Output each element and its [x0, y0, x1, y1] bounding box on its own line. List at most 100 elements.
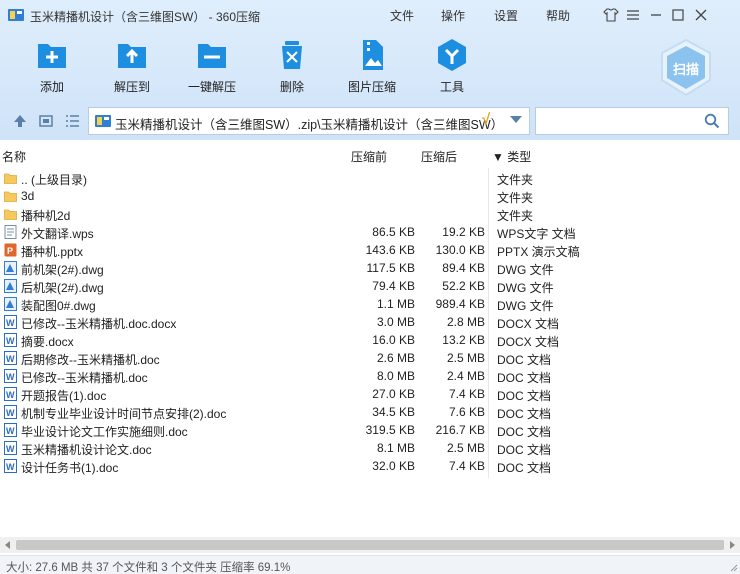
svg-text:W: W — [6, 462, 15, 472]
scroll-right-icon[interactable] — [730, 541, 735, 549]
svg-text:W: W — [6, 336, 15, 346]
extract-to-button[interactable]: 解压到 — [92, 38, 172, 95]
file-original-size: 143.6 KB — [365, 243, 415, 257]
list-view-icon[interactable] — [64, 113, 80, 129]
search-input[interactable] — [535, 107, 729, 135]
image-compress-button[interactable]: 图片压缩 — [332, 38, 412, 95]
minimize-icon[interactable] — [647, 6, 665, 24]
menu-operate[interactable]: 操作 — [441, 7, 465, 24]
file-row[interactable]: 后机架(2#).dwg 79.4 KB 52.2 KB DWG 文件 — [0, 277, 740, 295]
scroll-left-icon[interactable] — [5, 541, 10, 549]
file-name: 播种机.pptx — [21, 245, 84, 259]
file-compressed-size: 13.2 KB — [442, 333, 485, 347]
file-type: WPS文字 文档 — [497, 227, 576, 241]
title-bar: 玉米精播机设计（含三维图SW） - 360压缩 文件 操作 设置 帮助 — [0, 0, 740, 30]
file-row[interactable]: 前机架(2#).dwg 117.5 KB 89.4 KB DWG 文件 — [0, 259, 740, 277]
folder-icon — [4, 207, 17, 221]
file-row[interactable]: 播种机2d 文件夹 — [0, 205, 740, 223]
file-name: 玉米精播机设计论文.doc — [21, 443, 152, 457]
svg-text:W: W — [6, 390, 15, 400]
thumbnail-view-icon[interactable] — [38, 113, 54, 129]
skin-icon[interactable] — [602, 6, 620, 24]
file-row[interactable]: 外文翻译.wps 86.5 KB 19.2 KB WPS文字 文档 — [0, 223, 740, 241]
scrollbar-thumb[interactable] — [16, 540, 724, 550]
search-icon[interactable] — [704, 113, 720, 129]
doc-icon: W — [4, 369, 17, 383]
up-arrow-icon[interactable] — [12, 113, 28, 129]
menu-settings[interactable]: 设置 — [494, 7, 518, 24]
top-panel: 玉米精播机设计（含三维图SW） - 360压缩 文件 操作 设置 帮助 添加 解… — [0, 0, 740, 140]
file-compressed-size: 216.7 KB — [435, 423, 485, 437]
file-name: 装配图0#.dwg — [21, 299, 96, 313]
file-type: 文件夹 — [497, 173, 534, 187]
file-name: 前机架(2#).dwg — [21, 263, 104, 277]
column-type[interactable]: ▼ 类型 — [492, 148, 531, 165]
file-row[interactable]: W 摘要.docx 16.0 KB 13.2 KB DOCX 文档 — [0, 331, 740, 349]
file-original-size: 319.5 KB — [365, 423, 415, 437]
menu-list-icon[interactable] — [624, 6, 642, 24]
svg-text:W: W — [6, 318, 15, 328]
one-click-extract-button[interactable]: 一键解压 — [172, 38, 252, 95]
file-row[interactable]: W 玉米精播机设计论文.doc 8.1 MB 2.5 MB DOC 文档 — [0, 439, 740, 457]
file-row[interactable]: W 设计任务书(1).doc 32.0 KB 7.4 KB DOC 文档 — [0, 457, 740, 475]
svg-text:W: W — [6, 444, 15, 454]
doc-icon: W — [4, 351, 17, 365]
horizontal-scrollbar[interactable] — [0, 537, 740, 553]
file-row[interactable]: W 毕业设计论文工作实施细则.doc 319.5 KB 216.7 KB DOC 文档 — [0, 421, 740, 439]
resize-grip-icon[interactable] — [728, 562, 738, 572]
file-row[interactable]: W 开题报告(1).doc 27.0 KB 7.4 KB DOC 文档 — [0, 385, 740, 403]
file-compressed-size: 2.4 MB — [446, 369, 485, 383]
scan-button[interactable]: 扫描 — [658, 38, 714, 98]
column-compressed-size[interactable]: 压缩后 — [421, 148, 457, 165]
extract-folder-icon — [118, 44, 146, 68]
file-type: PPTX 演示文稿 — [497, 245, 580, 259]
file-type: DOCX 文档 — [497, 317, 560, 331]
file-row[interactable]: W 机制专业毕业设计时间节点安排(2).doc 34.5 KB 7.6 KB DOC 文… — [0, 403, 740, 421]
file-original-size: 8.1 MB — [376, 441, 415, 455]
file-original-size: 117.5 KB — [366, 261, 415, 275]
file-name: 外文翻译.wps — [21, 227, 94, 241]
dwg-icon — [4, 261, 17, 275]
tools-hexagon-icon — [438, 39, 466, 71]
file-original-size: 86.5 KB — [372, 225, 415, 239]
path-dropdown-icon[interactable] — [510, 116, 522, 123]
svg-text:W: W — [6, 354, 15, 364]
file-original-size: 32.0 KB — [372, 459, 415, 473]
menu-file[interactable]: 文件 — [390, 7, 414, 24]
column-original-size[interactable]: 压缩前 — [351, 148, 387, 165]
status-text: 大小: 27.6 MB 共 37 个文件和 3 个文件夹 压缩率 69.1% — [6, 562, 291, 574]
file-row[interactable]: .. (上级目录) 文件夹 — [0, 169, 740, 187]
doc-icon: W — [4, 441, 17, 455]
file-row[interactable]: W 后期修改--玉米精播机.doc 2.6 MB 2.5 MB DOC 文档 — [0, 349, 740, 367]
svg-text:W: W — [6, 372, 15, 382]
delete-button[interactable]: 删除 — [252, 38, 332, 95]
file-compressed-size: 7.4 KB — [448, 387, 485, 401]
file-name: 毕业设计论文工作实施细则.doc — [21, 425, 188, 439]
file-original-size: 79.4 KB — [372, 279, 415, 293]
column-name[interactable]: 名称 — [2, 148, 26, 165]
file-row[interactable]: 3d 文件夹 — [0, 187, 740, 205]
file-type: DOC 文档 — [497, 425, 552, 439]
file-name: 后机架(2#).dwg — [21, 281, 104, 295]
file-row[interactable]: W 已修改--玉米精播机.doc.docx 3.0 MB 2.8 MB DOCX 文档 — [0, 313, 740, 331]
file-row[interactable]: 装配图0#.dwg 1.1 MB 989.4 KB DWG 文件 — [0, 295, 740, 313]
column-header: 名称 压缩前 压缩后 ▼ 类型 — [0, 146, 740, 166]
menu-help[interactable]: 帮助 — [546, 7, 570, 24]
folder-icon — [4, 171, 17, 185]
file-original-size: 3.0 MB — [376, 315, 415, 329]
doc-icon: W — [4, 315, 17, 329]
tools-button[interactable]: 工具 — [412, 38, 492, 95]
close-icon[interactable] — [692, 6, 710, 24]
maximize-icon[interactable] — [669, 6, 687, 24]
verified-check-icon: √ — [482, 111, 491, 128]
file-type: DWG 文件 — [497, 299, 554, 313]
path-bar[interactable]: 玉米精播机设计（含三维图SW）.zip\玉米精播机设计（含三维图SW） √ — [88, 107, 530, 135]
file-name: 已修改--玉米精播机.doc.docx — [21, 317, 177, 331]
file-type: DOC 文档 — [497, 461, 552, 475]
file-original-size: 2.6 MB — [376, 351, 415, 365]
add-button[interactable]: 添加 — [12, 38, 92, 95]
file-row[interactable]: W 已修改--玉米精播机.doc 8.0 MB 2.4 MB DOC 文档 — [0, 367, 740, 385]
pptx-icon: P — [4, 243, 17, 257]
file-row[interactable]: P 播种机.pptx 143.6 KB 130.0 KB PPTX 演示文稿 — [0, 241, 740, 259]
file-type: DOC 文档 — [497, 371, 552, 385]
